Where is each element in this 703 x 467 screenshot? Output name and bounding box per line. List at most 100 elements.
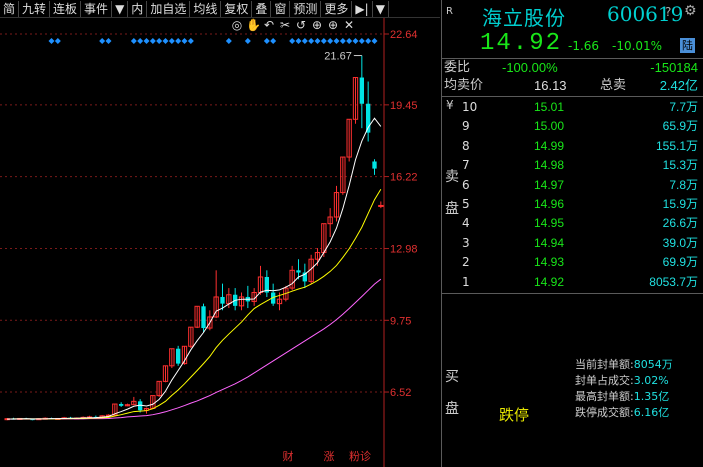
signal-marker xyxy=(289,38,296,44)
signal-marker xyxy=(162,38,169,44)
kline-chart[interactable]: 22.64 19.45 16.22 12.98 9.75 6.52 21.67 财 涨 粉诊 xyxy=(0,18,440,467)
price-change-pct: -10.01% xyxy=(612,39,663,53)
toolbar-item-2[interactable]: 连板 xyxy=(50,0,82,17)
order-n: 6 xyxy=(462,177,470,192)
order-price: 14.92 xyxy=(534,274,565,289)
order-level-5[interactable]: 5 14.96 15.9万 xyxy=(442,195,703,214)
toolbar-item-7[interactable]: 均线 xyxy=(190,0,222,17)
candle-body xyxy=(372,161,377,169)
stock-name[interactable]: 海立股份 xyxy=(482,2,566,31)
kline-svg[interactable]: 22.64 19.45 16.22 12.98 9.75 6.52 21.67 财 涨 粉诊 xyxy=(0,18,440,467)
limit-down-label: 跌停 xyxy=(499,406,530,424)
order-level-10[interactable]: 10 15.01 7.7万 xyxy=(442,98,703,117)
order-level-9[interactable]: 9 15.00 65.9万 xyxy=(442,117,703,136)
signal-marker xyxy=(175,38,182,44)
order-vol: 7.7万 xyxy=(669,100,698,114)
order-level-2[interactable]: 2 14.93 69.9万 xyxy=(442,253,703,272)
toolbar-item-6[interactable]: 加自选 xyxy=(147,0,191,17)
order-price: 14.95 xyxy=(534,216,565,231)
zongmai-label: 总卖 xyxy=(600,78,627,93)
stat-value: 8054万 xyxy=(633,358,673,371)
signal-marker xyxy=(263,38,270,44)
candle-body xyxy=(378,204,384,207)
toolbar-item-3[interactable]: 事件 xyxy=(81,0,113,17)
chart-tool-icon-4[interactable]: ↺ xyxy=(294,18,308,32)
r-badge: R xyxy=(446,6,453,17)
high-label: 21.67 xyxy=(324,51,352,63)
bottom-mark-1[interactable]: 涨 xyxy=(324,450,335,463)
order-price: 14.97 xyxy=(534,177,565,192)
chart-tool-icon-7[interactable]: ✕ xyxy=(342,18,356,32)
chart-tool-icon-6[interactable]: ⊕ xyxy=(326,18,340,32)
signal-marker xyxy=(371,38,378,44)
chart-tool-icon-0[interactable]: ◎ xyxy=(230,18,244,32)
toolbar-item-11[interactable]: 预测 xyxy=(290,0,322,17)
price-change: -1.66 xyxy=(568,39,600,53)
chart-tool-icon-1[interactable]: ✋ xyxy=(246,18,261,32)
order-price: 14.96 xyxy=(534,197,565,211)
signal-marker xyxy=(149,38,156,44)
order-n: 4 xyxy=(462,216,470,231)
signal-marker xyxy=(99,38,106,44)
order-level-8[interactable]: 8 14.99 155.1万 xyxy=(442,137,703,156)
candle-body xyxy=(201,306,206,329)
stock-code[interactable]: 600619 xyxy=(607,2,683,26)
bottom-mark-2[interactable]: 粉诊 xyxy=(349,449,371,463)
chart-tools: ◎ ✋ ↶ ✂ ↺ ⊕ ⊕ ✕ xyxy=(230,18,356,32)
order-level-1[interactable]: 1 14.92 8053.7万 xyxy=(442,273,703,292)
order-vol: 15.3万 xyxy=(662,158,698,173)
order-vol: 155.1万 xyxy=(655,138,698,153)
signal-marker xyxy=(130,38,137,44)
toolbar-item-5[interactable]: 内 xyxy=(128,0,148,17)
signal-marker xyxy=(270,38,277,44)
order-level-6[interactable]: 6 14.97 7.8万 xyxy=(442,176,703,195)
candle-body xyxy=(359,77,364,104)
toolbar-item-8[interactable]: 复权 xyxy=(221,0,253,17)
order-n: 7 xyxy=(462,158,470,173)
chart-tool-icon-2[interactable]: ↶ xyxy=(262,18,276,32)
order-vol: 8053.7万 xyxy=(649,274,698,289)
signal-marker xyxy=(187,38,194,44)
y-tick-label: 12.98 xyxy=(390,244,418,256)
candle-body xyxy=(296,270,301,273)
order-price: 15.01 xyxy=(534,100,565,114)
toolbar-item-4[interactable]: ▼ xyxy=(112,0,129,17)
board-badge[interactable]: 陆 xyxy=(680,38,695,53)
toolbar-item-1[interactable]: 九转 xyxy=(19,0,51,17)
signal-marker xyxy=(181,38,188,44)
help-icon[interactable]: ? xyxy=(665,5,671,19)
stat-value: 6.16亿 xyxy=(633,406,670,419)
bottom-mark-0[interactable]: 财 xyxy=(283,449,294,463)
order-n: 1 xyxy=(462,274,470,289)
toolbar-item-0[interactable]: 简 xyxy=(0,0,20,17)
stat-label: 最高封单额: xyxy=(575,390,634,403)
last-price: 14.92 xyxy=(480,30,563,57)
gear-icon[interactable]: ⚙ xyxy=(684,3,697,19)
signal-marker xyxy=(156,38,163,44)
stat-label: 跌停成交额: xyxy=(575,406,634,419)
order-level-4[interactable]: 4 14.95 26.6万 xyxy=(442,214,703,233)
stat-value: 3.02% xyxy=(633,374,669,387)
stat-value: 1.35亿 xyxy=(633,390,670,403)
candle-body xyxy=(220,296,225,304)
toolbar-item-14[interactable]: ▼ xyxy=(373,0,389,17)
chart-tool-icon-5[interactable]: ⊕ xyxy=(310,18,324,32)
order-level-3[interactable]: 3 14.94 39.0万 xyxy=(442,234,703,253)
divider xyxy=(442,96,703,97)
toolbar-item-9[interactable]: 叠 xyxy=(252,0,272,17)
signal-marker xyxy=(308,38,315,44)
toolbar-item-10[interactable]: 窗 xyxy=(271,0,291,17)
stat-label: 封单占成交: xyxy=(575,374,634,387)
chart-tool-icon-3[interactable]: ✂ xyxy=(278,18,292,32)
toolbar-item-12[interactable]: 更多 xyxy=(321,0,353,17)
signal-marker xyxy=(352,38,359,44)
stat-row-0: 当前封单额:8054万 xyxy=(575,356,673,372)
toolbar-item-13[interactable]: ▶| xyxy=(352,0,373,17)
stat-row-2: 最高封单额:1.35亿 xyxy=(575,388,669,404)
signal-marker xyxy=(244,38,251,44)
signal-marker xyxy=(314,38,321,44)
junmaijia-value: 16.13 xyxy=(534,78,567,93)
signal-marker xyxy=(339,38,346,44)
order-level-7[interactable]: 7 14.98 15.3万 xyxy=(442,156,703,175)
ma20-line xyxy=(7,278,382,420)
